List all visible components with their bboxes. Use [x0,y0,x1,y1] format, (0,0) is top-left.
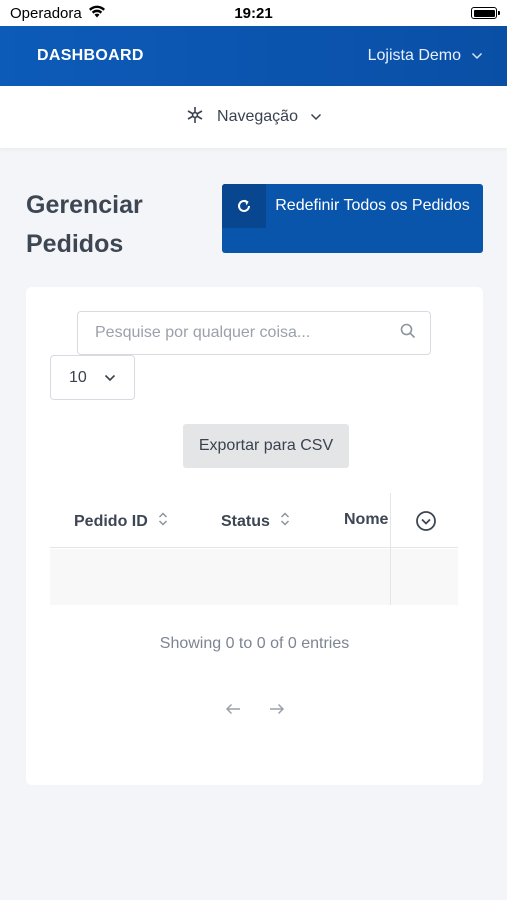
column-label: Pedido ID [74,512,148,530]
column-label: Nome [344,511,389,528]
navigation-icon [185,105,205,130]
expand-columns-icon[interactable] [415,510,437,537]
search-input[interactable] [95,324,400,342]
sort-icon [158,511,168,532]
orders-table: Pedido ID Status Nome [50,493,458,605]
next-arrow-icon[interactable] [269,703,285,715]
column-header-pedido-id[interactable]: Pedido ID [74,511,168,532]
user-menu[interactable]: Lojista Demo [368,47,483,65]
battery-icon [471,7,500,19]
top-bar: DASHBOARD Lojista Demo [0,26,507,86]
page-size-value: 10 [69,368,87,386]
reset-all-orders-button[interactable]: Redefinir Todos os Pedidos [222,184,483,253]
chevron-down-icon [471,47,483,65]
chevron-down-icon [104,369,116,387]
page-title: Gerenciar Pedidos [26,191,143,258]
wifi-icon [88,4,106,22]
prev-arrow-icon[interactable] [225,703,241,715]
column-toggle-cell [390,493,458,605]
column-label: Status [221,512,270,530]
search-icon[interactable] [400,323,416,344]
chevron-down-icon [310,108,322,126]
orders-card: 10 Exportar para CSV Pedido ID Status No… [26,287,483,785]
user-name: Lojista Demo [367,47,461,64]
navigation-bar: Navegação [0,86,507,148]
search-box[interactable] [77,311,431,355]
carrier-label: Operadora [10,4,82,22]
reset-all-orders-label: Redefinir Todos os Pedidos [275,197,470,214]
navigation-toggle[interactable]: Navegação [185,105,322,130]
export-csv-button[interactable]: Exportar para CSV [183,424,349,468]
navigation-label: Navegação [217,108,298,125]
status-bar: Operadora 19:21 [0,0,507,26]
sort-icon [280,511,290,532]
status-left: Operadora [10,4,106,22]
page-size-select[interactable]: 10 [50,355,135,400]
column-header-nome[interactable]: Nome [344,511,388,529]
pagination-info: Showing 0 to 0 of 0 entries [159,635,350,652]
column-header-status[interactable]: Status [221,511,290,532]
pagination [26,703,483,715]
brand-title[interactable]: DASHBOARD [37,47,144,65]
refresh-icon [222,184,266,228]
